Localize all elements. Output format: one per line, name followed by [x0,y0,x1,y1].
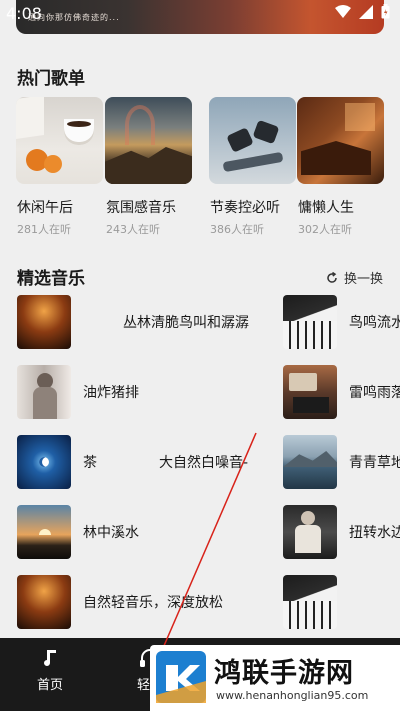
playlist-carousel[interactable]: 休闲午后 281人在听 氛围感音乐 243人在听 节奏控必听 386人在听 慵懒… [16,97,400,237]
playlist-cover [297,97,384,184]
playlist-cover [105,97,192,184]
playlist-count: 243人在听 [106,223,160,236]
top-banner[interactable]: 通向你那仿佛奇迹的... [16,0,384,34]
track-row[interactable]: 丛林清脆鸟叫和潺潺 [17,295,249,349]
featured-section-title: 精选音乐 [17,269,85,289]
music-list[interactable]: 丛林清脆鸟叫和潺潺 油炸猪排 茶 大自然白噪音- 林中溪水 自然轻音乐，深度放松… [0,290,400,638]
track-row[interactable]: 扭转水边 [283,505,400,559]
playlist-count: 386人在听 [210,223,264,236]
track-row[interactable] [283,575,349,629]
track-thumb [283,575,337,629]
track-thumb [17,365,71,419]
watermark: 鸿联手游网 www.henanhonglian95.com [150,645,400,711]
track-title: 扭转水边 [349,525,400,541]
track-title: 自然轻音乐，深度放松 [83,595,223,611]
battery-icon [381,4,390,19]
playlist-name: 节奏控必听 [210,200,280,216]
playlist-card[interactable]: 氛围感音乐 243人在听 [105,97,192,236]
status-icons [335,4,390,19]
track-thumb [283,365,337,419]
track-row[interactable]: 茶 大自然白噪音- [17,435,264,489]
track-title: 丛林清脆鸟叫和潺潺 [123,315,249,331]
music-note-icon [44,650,56,666]
playlist-count: 302人在听 [298,223,352,236]
track-row[interactable]: 自然轻音乐，深度放松 [17,575,223,629]
playlist-name: 休闲午后 [17,200,73,216]
wifi-icon [335,4,351,18]
track-thumb [283,505,337,559]
track-thumb [17,435,71,489]
refresh-icon [327,271,337,283]
track-title: 青青草地 [349,455,400,471]
playlist-card[interactable]: 慵懒人生 302人在听 [297,97,384,236]
playlist-card[interactable]: 节奏控必听 386人在听 [209,97,296,236]
track-thumb [283,295,337,349]
nav-home[interactable]: 首页 [15,648,85,693]
nav-label: 首页 [36,678,63,693]
refresh-button[interactable]: 换一换 [326,268,383,287]
track-thumb [17,505,71,559]
track-title: 林中溪水 [83,525,139,541]
track-title: 油炸猪排 [83,385,139,401]
watermark-url: www.henanhonglian95.com [216,689,369,702]
playlist-name: 氛围感音乐 [106,200,176,216]
status-time: 4:08 [6,4,42,23]
track-title-extra: 大自然白噪音- [159,455,249,471]
refresh-label: 换一换 [343,272,383,287]
track-title: 雷鸣雨落 [349,385,400,401]
playlist-card[interactable]: 休闲午后 281人在听 [16,97,103,236]
watermark-logo-icon [156,651,206,703]
track-thumb [283,435,337,489]
track-row[interactable]: 鸟鸣流水 [283,295,400,349]
playlist-name: 慵懒人生 [298,200,354,216]
track-row[interactable]: 林中溪水 [17,505,139,559]
track-row[interactable]: 油炸猪排 [17,365,139,419]
playlist-cover [209,97,296,184]
track-title: 鸟鸣流水 [349,315,400,331]
track-thumb [17,575,71,629]
track-thumb [17,295,71,349]
signal-icon [359,4,373,19]
track-row[interactable]: 雷鸣雨落 [283,365,400,419]
track-title: 茶 [83,455,97,471]
hot-section-title: 热门歌单 [17,69,85,89]
playlist-cover [16,97,103,184]
playlist-count: 281人在听 [17,223,71,236]
track-row[interactable]: 青青草地 [283,435,400,489]
watermark-title: 鸿联手游网 [214,658,354,689]
